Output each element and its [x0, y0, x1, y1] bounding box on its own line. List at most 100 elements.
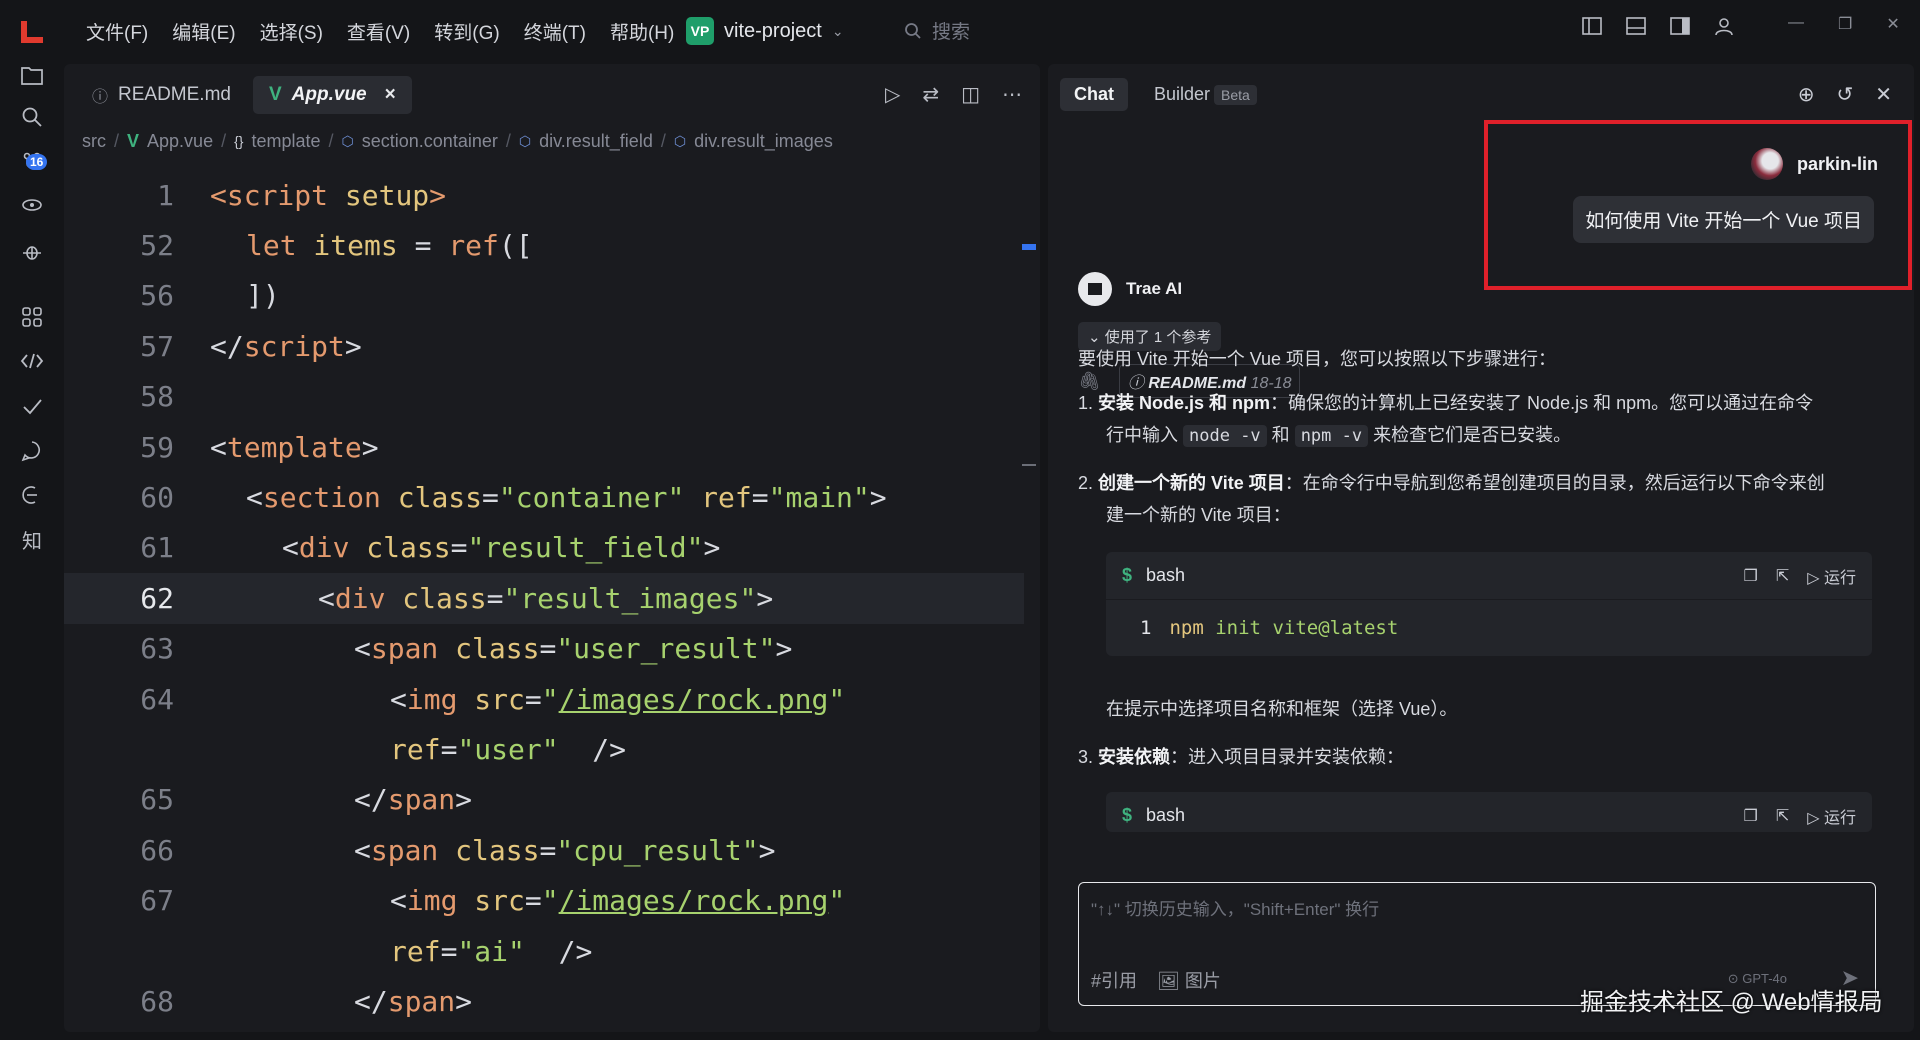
app-logo	[21, 21, 43, 43]
insert-icon[interactable]: ⇱	[1776, 806, 1789, 826]
ai-name: Trae AI	[1126, 279, 1183, 298]
copy-icon[interactable]: ❐	[1743, 806, 1757, 826]
copy-icon[interactable]: ❐	[1743, 566, 1757, 586]
compare-icon[interactable]: ⇄	[922, 82, 939, 107]
hash-icon: #	[1091, 971, 1102, 991]
menu-help[interactable]: 帮助(H)	[598, 18, 686, 45]
code-line: 65 </span>	[64, 775, 1024, 825]
menu-terminal[interactable]: 终端(T)	[512, 18, 598, 45]
insert-icon[interactable]: ⇱	[1776, 566, 1789, 586]
step-2: 2. 创建一个新的 Vite 项目：在命令行中导航到您希望创建项目的目录，然后运…	[1078, 473, 1825, 493]
scrollbar-marker	[1022, 244, 1036, 250]
search-icon	[905, 22, 921, 39]
code-text: <template>	[210, 430, 379, 464]
checkmark-icon[interactable]	[19, 394, 45, 420]
tab-readme[interactable]: ⓘ README.md	[76, 76, 247, 114]
search-box[interactable]: 搜索	[904, 17, 970, 44]
image-button[interactable]: 🖼 图片	[1157, 967, 1221, 993]
project-switcher[interactable]: VP vite-project ⌄	[686, 16, 844, 46]
user-header: parkin-lin	[1750, 148, 1878, 180]
menu-bar: 文件(F) 编辑(E) 选择(S) 查看(V) 转到(G) 终端(T) 帮助(H…	[74, 0, 686, 62]
code-line: 56 ])	[64, 271, 1024, 321]
step-1: 1. 安装 Node.js 和 npm：确保您的计算机上已经安装了 Node.j…	[1078, 393, 1814, 413]
image-icon: 🖼	[1157, 971, 1180, 991]
menu-edit[interactable]: 编辑(E)	[160, 18, 247, 45]
terminal-icon: $	[1122, 565, 1133, 585]
remote-icon[interactable]	[19, 192, 45, 218]
tab-chat[interactable]: Chat	[1060, 78, 1128, 111]
code-lang: bash	[1146, 805, 1186, 825]
breadcrumb-item[interactable]: div.result_images	[694, 131, 833, 152]
menu-selection[interactable]: 选择(S)	[248, 18, 335, 45]
reference-button[interactable]: #引用	[1091, 967, 1137, 993]
more-icon[interactable]: ⋯	[1002, 82, 1022, 107]
search-placeholder: 搜索	[932, 22, 971, 43]
explorer-icon[interactable]	[19, 62, 45, 88]
source-control-badge: 16	[26, 154, 48, 170]
split-editor-icon[interactable]: ◫	[961, 82, 980, 107]
toggle-sidebar-icon[interactable]	[1580, 14, 1604, 38]
close-tab-icon[interactable]: ×	[385, 84, 396, 106]
maximize-icon[interactable]: ❐	[1838, 14, 1852, 34]
code-text: <img src="/images/rock.png"	[390, 884, 846, 918]
new-chat-icon[interactable]: ⊕	[1798, 82, 1815, 107]
step-2-note: 在提示中选择项目名称和框架（选择 Vue）。	[1106, 699, 1458, 719]
code-block: $ bash ❐ ⇱ ▷ 运行	[1106, 792, 1872, 832]
ai-header: Trae AI	[1078, 272, 1182, 306]
history-icon[interactable]: ↺	[1836, 82, 1853, 107]
tab-app-vue[interactable]: V App.vue ×	[252, 76, 412, 114]
code-text: </span>	[354, 783, 473, 817]
code-text: <span class="user_result">	[354, 632, 793, 666]
step-3: 3. 安装依赖：进入项目目录并安装依赖：	[1078, 747, 1405, 767]
breadcrumb: src / V App.vue / {} template / ⬡ sectio…	[82, 130, 833, 152]
breadcrumb-item[interactable]: App.vue	[147, 131, 213, 152]
code-icon[interactable]	[19, 348, 45, 374]
code-line: 58	[64, 372, 1024, 422]
line-number: 65	[140, 783, 174, 817]
line-number: 1	[157, 178, 174, 212]
run-icon[interactable]: ▷	[885, 82, 900, 107]
search-icon[interactable]	[19, 104, 45, 130]
breadcrumb-item[interactable]: div.result_field	[539, 131, 653, 152]
tab-label: README.md	[118, 84, 231, 105]
project-badge: VP	[686, 17, 714, 45]
menu-go[interactable]: 转到(G)	[422, 18, 511, 45]
menu-view[interactable]: 查看(V)	[335, 18, 422, 45]
watermark: 掘金技术社区 @ Web情报局	[1580, 989, 1883, 1016]
code-line: ref="user" />	[64, 724, 1024, 774]
debug-icon[interactable]	[19, 238, 45, 264]
code-line: ref="ai" />	[64, 926, 1024, 976]
ai-assistant-icon[interactable]	[19, 438, 45, 464]
line-number: 56	[140, 279, 174, 313]
info-circle-icon: ⓘ	[92, 89, 109, 106]
breadcrumb-item[interactable]: section.container	[362, 131, 498, 152]
tab-label: App.vue	[291, 84, 367, 105]
run-button[interactable]: ▷ 运行	[1807, 804, 1856, 828]
knowledge-icon[interactable]: 知	[19, 526, 45, 553]
code-area[interactable]: 1 <script setup> 52 let items = ref([ 56…	[64, 170, 1024, 1027]
code-text: <span class="cpu_result">	[354, 833, 776, 867]
code-line: 67 <img src="/images/rock.png"	[64, 875, 1024, 925]
run-button[interactable]: ▷ 运行	[1807, 564, 1856, 588]
account-icon[interactable]	[1712, 14, 1736, 38]
close-window-icon[interactable]: ✕	[1886, 14, 1899, 34]
extensions-icon[interactable]	[19, 304, 45, 330]
element-icon: ⬡	[341, 132, 354, 149]
history-icon[interactable]	[19, 482, 45, 508]
breadcrumb-item[interactable]: src	[82, 131, 106, 152]
toggle-panel-icon[interactable]	[1624, 14, 1648, 38]
code-text: <div class="result_images">	[318, 581, 774, 615]
line-number: 66	[140, 833, 174, 867]
code-text: ref="user" />	[390, 732, 627, 766]
code-line-current: 62 <div class="result_images">	[64, 573, 1024, 624]
close-icon[interactable]: ✕	[1875, 82, 1892, 107]
toggle-aux-bar-icon[interactable]	[1668, 14, 1692, 38]
code-text: let items = ref([	[246, 229, 533, 263]
step-2-cont: 建一个新的 Vite 项目：	[1106, 505, 1291, 525]
menu-file[interactable]: 文件(F)	[74, 18, 160, 45]
tab-builder[interactable]: Builder Beta	[1140, 78, 1271, 111]
beta-badge: Beta	[1214, 85, 1257, 105]
minimize-icon[interactable]: —	[1788, 14, 1804, 34]
line-number: 63	[140, 632, 174, 666]
breadcrumb-item[interactable]: template	[251, 131, 320, 152]
